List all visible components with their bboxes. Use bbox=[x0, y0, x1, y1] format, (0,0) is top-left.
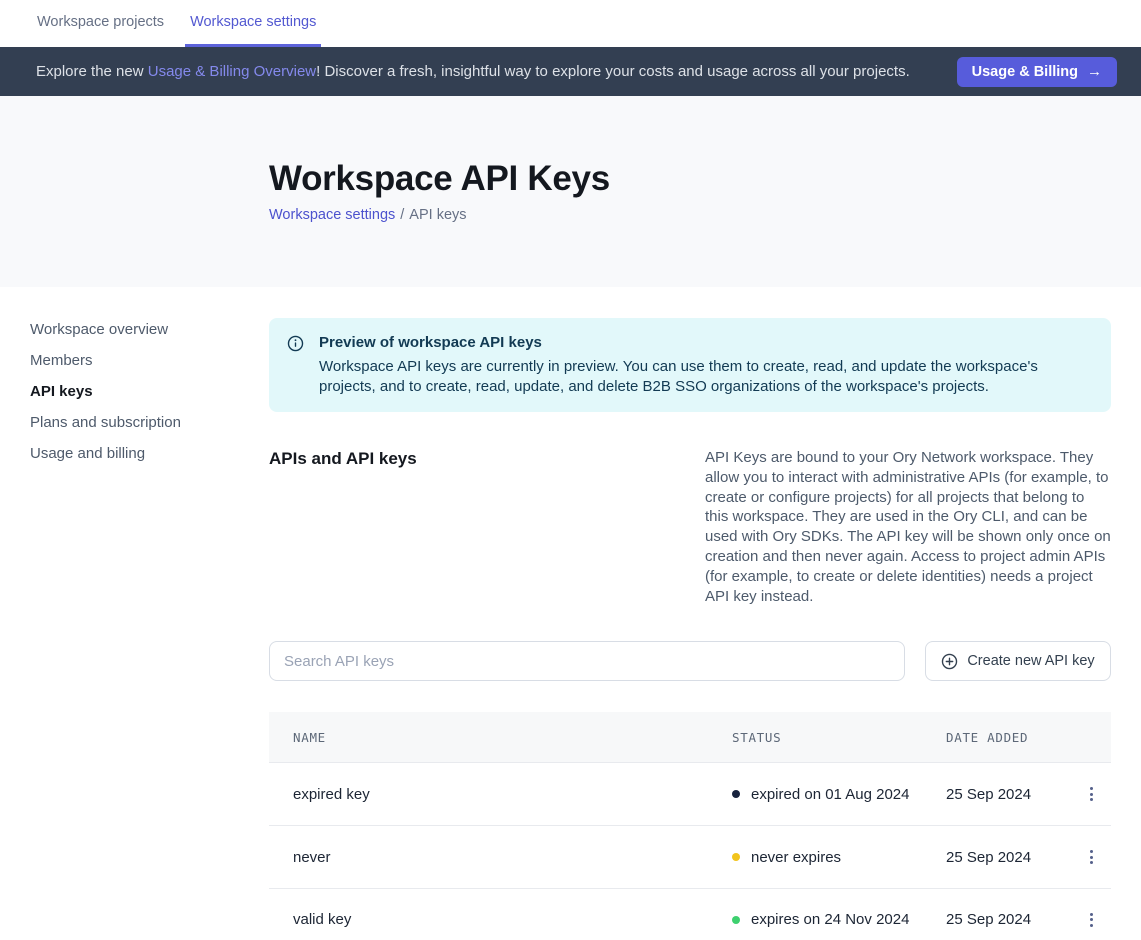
banner-text-before: Explore the new bbox=[36, 63, 148, 80]
search-input[interactable] bbox=[269, 641, 905, 681]
row-actions-menu-button[interactable] bbox=[1084, 907, 1099, 933]
sidebar-item-plans-and-subscription[interactable]: Plans and subscription bbox=[30, 407, 249, 438]
main-panel: Preview of workspace API keys Workspace … bbox=[269, 287, 1111, 940]
banner-text-after: ! Discover a fresh, insightful way to ex… bbox=[316, 63, 910, 80]
api-key-name: expired key bbox=[269, 786, 732, 803]
column-header-status: STATUS bbox=[732, 730, 946, 745]
sidebar-item-api-keys[interactable]: API keys bbox=[30, 376, 249, 407]
breadcrumb-current: API keys bbox=[409, 207, 466, 223]
api-key-status: expired on 01 Aug 2024 bbox=[732, 786, 946, 803]
apis-section: APIs and API keys API Keys are bound to … bbox=[269, 448, 1111, 606]
status-text: never expires bbox=[751, 849, 841, 866]
column-header-name: NAME bbox=[269, 730, 732, 745]
table-row: valid key expires on 24 Nov 2024 25 Sep … bbox=[269, 888, 1111, 940]
table-row: never never expires 25 Sep 2024 bbox=[269, 825, 1111, 888]
status-text: expires on 24 Nov 2024 bbox=[751, 911, 909, 928]
tab-workspace-projects[interactable]: Workspace projects bbox=[32, 0, 169, 47]
api-key-status: expires on 24 Nov 2024 bbox=[732, 911, 946, 928]
row-actions-menu-button[interactable] bbox=[1084, 781, 1099, 807]
status-dot bbox=[732, 916, 740, 924]
status-dot bbox=[732, 790, 740, 798]
api-key-date-added: 25 Sep 2024 bbox=[946, 849, 1071, 866]
tab-workspace-settings[interactable]: Workspace settings bbox=[185, 0, 321, 47]
workspace-api-keys-page: Workspace projects Workspace settings Ex… bbox=[0, 0, 1141, 940]
create-api-key-label: Create new API key bbox=[967, 653, 1094, 669]
plus-circle-icon bbox=[941, 653, 958, 670]
arrow-right-icon: → bbox=[1087, 63, 1102, 80]
sidebar-item-usage-and-billing[interactable]: Usage and billing bbox=[30, 438, 249, 469]
sidebar-item-members[interactable]: Members bbox=[30, 345, 249, 376]
section-heading: APIs and API keys bbox=[269, 448, 417, 606]
section-description: API Keys are bound to your Ory Network w… bbox=[705, 448, 1111, 606]
usage-billing-banner: Explore the new Usage & Billing Overview… bbox=[0, 47, 1141, 96]
breadcrumb-workspace-settings-link[interactable]: Workspace settings bbox=[269, 207, 395, 223]
create-api-key-button[interactable]: Create new API key bbox=[925, 641, 1111, 681]
settings-sidebar: Workspace overview Members API keys Plan… bbox=[0, 287, 269, 940]
sidebar-item-workspace-overview[interactable]: Workspace overview bbox=[30, 314, 249, 345]
table-header-row: NAME STATUS DATE ADDED bbox=[269, 712, 1111, 762]
preview-callout: Preview of workspace API keys Workspace … bbox=[269, 318, 1111, 412]
api-key-name: never bbox=[269, 849, 732, 866]
usage-billing-button-label: Usage & Billing bbox=[972, 64, 1078, 80]
page-title: Workspace API Keys bbox=[269, 159, 1141, 199]
row-actions-menu-button[interactable] bbox=[1084, 844, 1099, 870]
breadcrumb: Workspace settings / API keys bbox=[269, 207, 1141, 223]
top-navigation: Workspace projects Workspace settings bbox=[0, 0, 1141, 47]
usage-billing-overview-link[interactable]: Usage & Billing Overview bbox=[148, 63, 316, 80]
api-key-date-added: 25 Sep 2024 bbox=[946, 911, 1071, 928]
api-key-status: never expires bbox=[732, 849, 946, 866]
banner-message: Explore the new Usage & Billing Overview… bbox=[36, 63, 910, 80]
callout-title: Preview of workspace API keys bbox=[319, 333, 1089, 353]
status-dot bbox=[732, 853, 740, 861]
content-area: Workspace overview Members API keys Plan… bbox=[0, 287, 1141, 940]
breadcrumb-separator: / bbox=[400, 207, 404, 223]
callout-body: Workspace API keys are currently in prev… bbox=[319, 357, 1089, 397]
api-key-name: valid key bbox=[269, 911, 732, 928]
status-text: expired on 01 Aug 2024 bbox=[751, 786, 909, 803]
usage-billing-button[interactable]: Usage & Billing → bbox=[957, 57, 1117, 87]
table-row: expired key expired on 01 Aug 2024 25 Se… bbox=[269, 762, 1111, 825]
page-header: Workspace API Keys Workspace settings / AP… bbox=[0, 96, 1141, 287]
info-icon bbox=[287, 335, 304, 397]
table-controls: Create new API key bbox=[269, 641, 1111, 681]
api-keys-table: NAME STATUS DATE ADDED expired key expir… bbox=[269, 712, 1111, 940]
api-key-date-added: 25 Sep 2024 bbox=[946, 786, 1071, 803]
callout-content: Preview of workspace API keys Workspace … bbox=[319, 333, 1089, 397]
column-header-date-added: DATE ADDED bbox=[946, 730, 1071, 745]
